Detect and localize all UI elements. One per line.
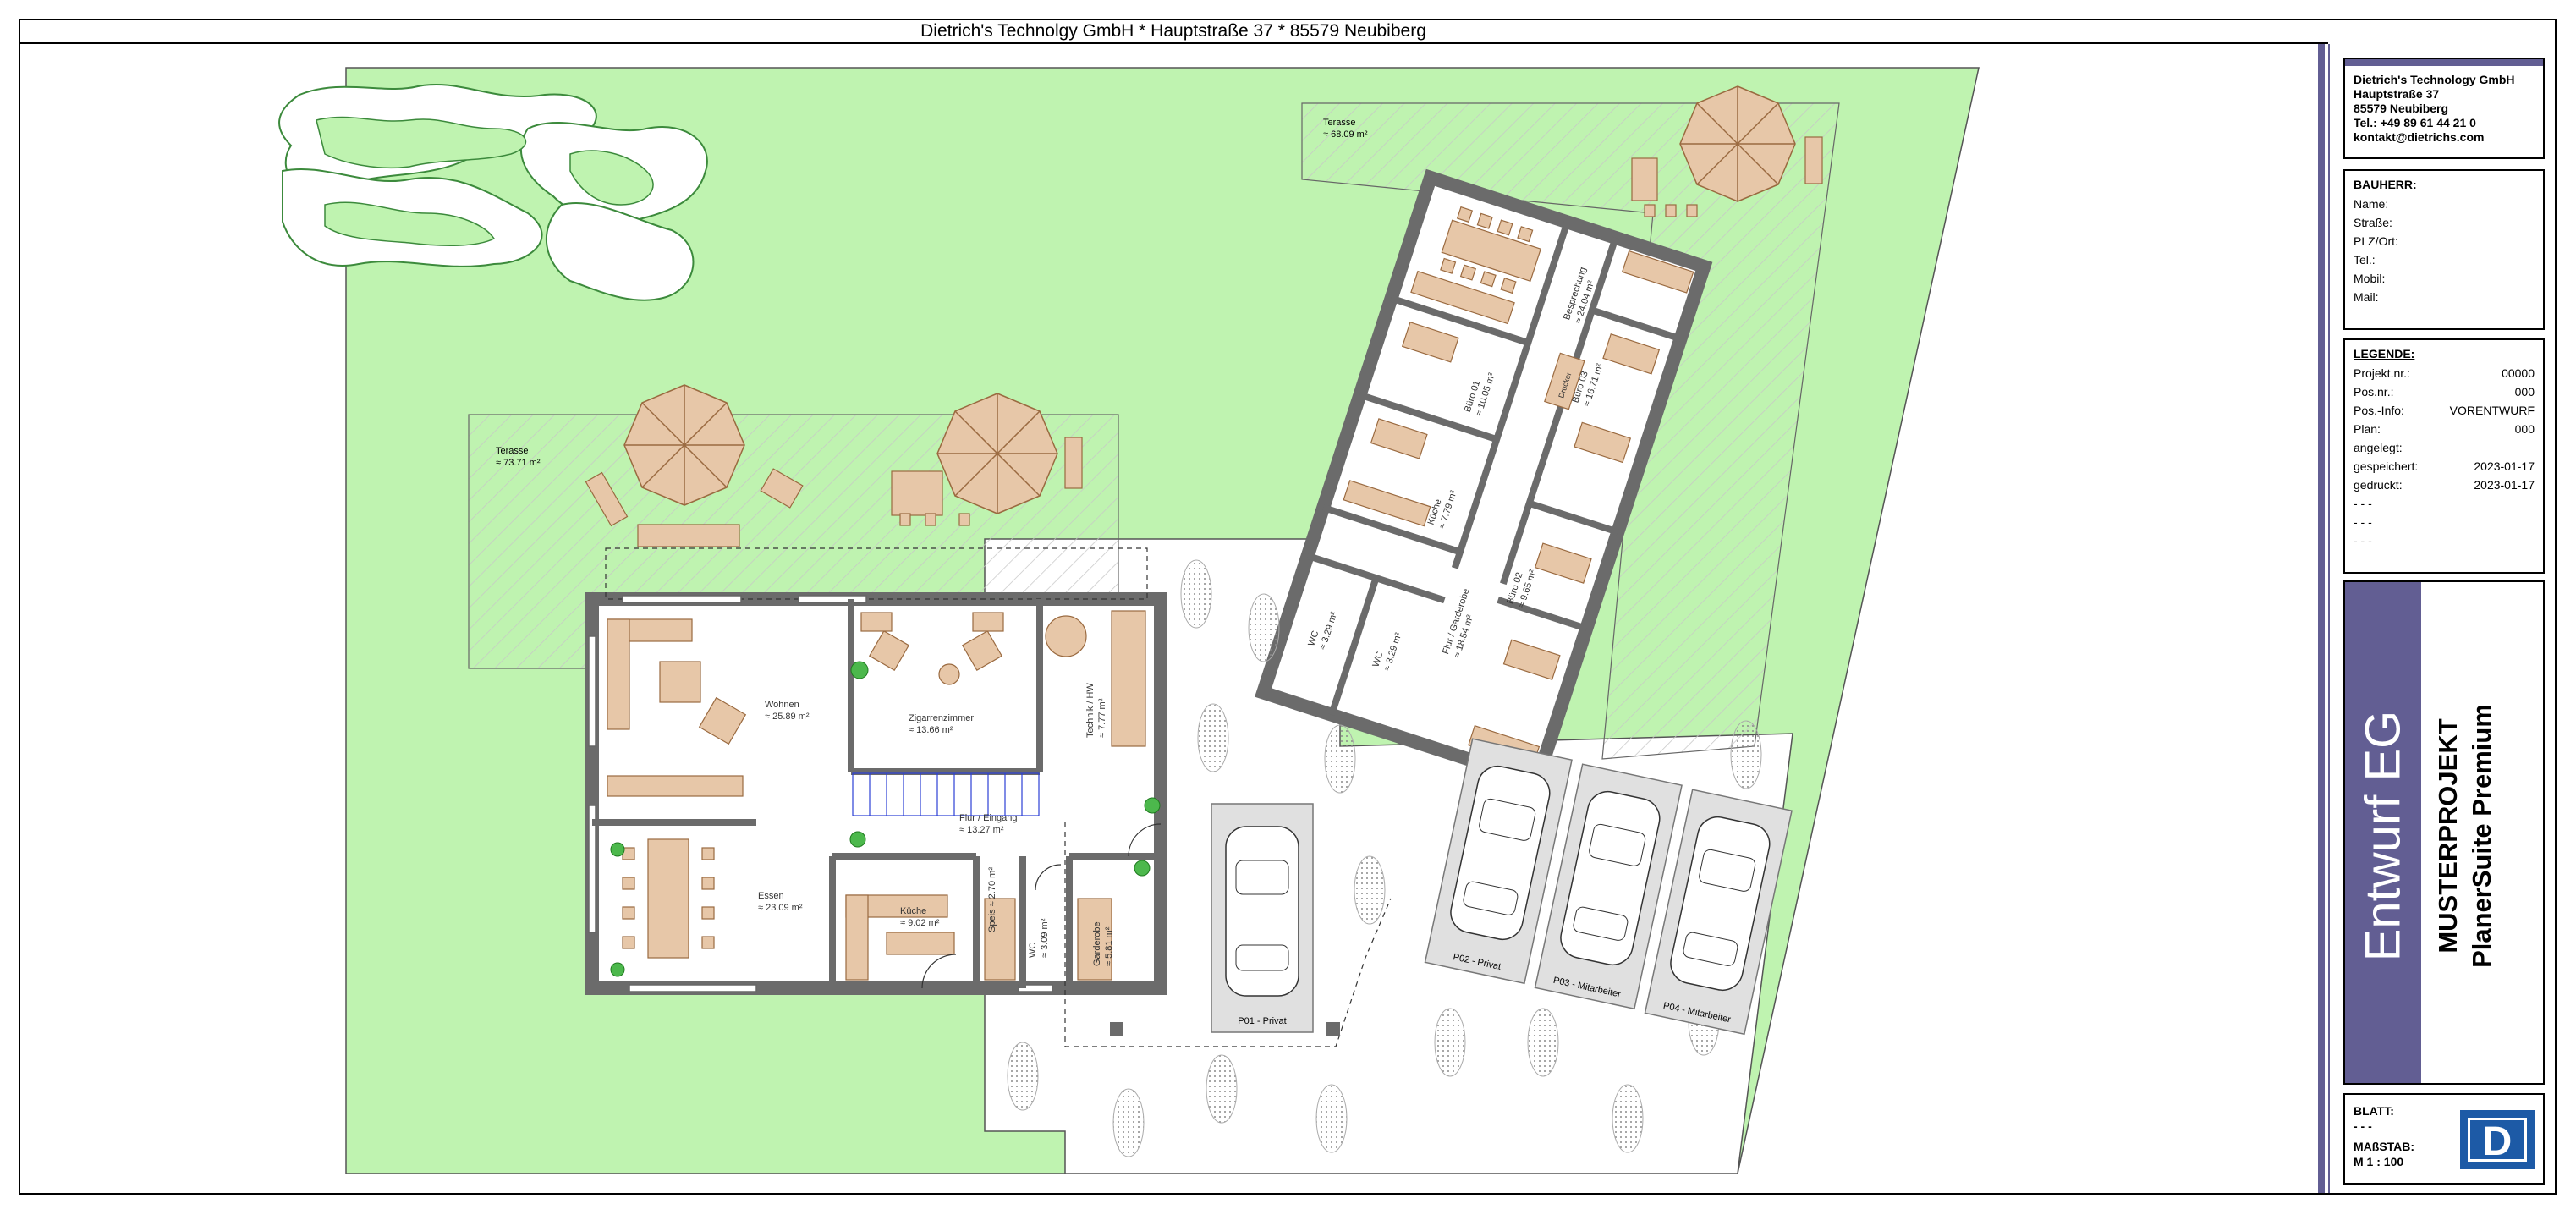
bauherr-box: BAUHERR: Name: Straße: PLZ/Ort: Tel.: Mo… [2343,169,2545,330]
page-title: Dietrich's Technolgy GmbH * Hauptstraße … [19,19,2328,44]
terrace-office-label: Terasse [1323,118,1356,128]
room-wohnen: Wohnen [765,700,799,710]
terrace-main-label: Terasse [496,446,529,456]
logo-letter: D [2482,1119,2513,1164]
legende-row: Plan: 000 [2354,422,2535,436]
parasol-1 [623,384,745,506]
company-street: Hauptstraße 37 [2354,87,2440,101]
parasol-2 [936,393,1058,514]
company-band [2345,59,2543,66]
parking-p01: P01 - Privat [1211,803,1314,1033]
company-tel: Tel.: +49 89 61 44 21 0 [2354,116,2476,129]
room-technik: Technik / HW [1085,683,1096,738]
svg-text:≈ 13.66 m²: ≈ 13.66 m² [909,725,953,735]
bauherr-row: Mail: [2354,290,2379,304]
legende-row: Pos.nr.: 000 [2354,385,2535,399]
svg-text:≈ 5.81 m²: ≈ 5.81 m² [1104,926,1114,966]
svg-text:≈ 9.02 m²: ≈ 9.02 m² [900,918,940,928]
legende-heading: LEGENDE: [2354,347,2415,360]
room-essen: Essen [758,891,784,901]
svg-text:≈ 23.09 m²: ≈ 23.09 m² [758,903,803,913]
bauherr-row: PLZ/Ort: [2354,234,2398,248]
company-box: Dietrich's Technology GmbH Hauptstraße 3… [2343,58,2545,159]
legende-row: gedruckt: 2023-01-17 [2354,478,2535,492]
legende-row: Projekt.nr.: 00000 [2354,366,2535,380]
legende-row: - - - [2354,534,2372,547]
bollard-2 [1326,1022,1340,1036]
room-zigarrenzimmer: Zigarrenzimmer [909,713,974,723]
bauherr-heading: BAUHERR: [2354,178,2417,191]
svg-text:≈ 13.27 m²: ≈ 13.27 m² [959,825,1004,835]
legende-row: angelegt: [2354,441,2403,454]
terrace-main-area: ≈ 73.71 m² [496,458,541,468]
company-name: Dietrich's Technology GmbH [2354,73,2515,86]
bauherr-row: Straße: [2354,216,2392,229]
blatt-box: BLATT: - - - MAßSTAB: M 1 : 100 D [2343,1093,2545,1185]
project-subtitle: PlanerSuite Premium [2467,704,2496,968]
company-email[interactable]: kontakt@dietrichs.com [2354,130,2535,145]
company-logo-icon: D [2460,1110,2535,1169]
room-wc: WC [1028,943,1038,958]
svg-text:≈ 7.77 m²: ≈ 7.77 m² [1097,698,1107,738]
floor-plan-canvas: Terasse ≈ 73.71 m² Wohnen ≈ 25.89 m² Zig… [278,67,1980,1174]
bauherr-row: Mobil: [2354,272,2386,285]
terrace-office-area: ≈ 68.09 m² [1323,129,1368,140]
legende-row: - - - [2354,515,2372,529]
company-city: 85579 Neubiberg [2354,102,2449,115]
room-kueche: Küche [900,906,926,916]
room-garderobe: Garderobe [1092,921,1102,966]
bauherr-row: Name: [2354,197,2389,211]
project-name: MUSTERPROJEKT [2433,718,2463,954]
title-box: Entwurf EG MUSTERPROJEKT PlanerSuite Pre… [2343,580,2545,1085]
room-speis: Speis ≈ 2.70 m² [987,867,997,932]
legende-row: Pos.-Info: VORENTWURF [2354,404,2535,417]
parasol-3 [1679,85,1796,202]
legende-row: gespeichert: 2023-01-17 [2354,459,2535,473]
floor-plan: Terasse ≈ 73.71 m² Wohnen ≈ 25.89 m² Zig… [20,44,2304,1193]
svg-text:≈ 3.09 m²: ≈ 3.09 m² [1040,918,1050,958]
legende-box: LEGENDE: Projekt.nr.: 00000 Pos.nr.: 000 P… [2343,338,2545,574]
bollard-1 [1110,1022,1123,1036]
bauherr-row: Tel.: [2354,253,2376,267]
plan-title: Entwurf EG [2355,710,2411,962]
legende-row: - - - [2354,497,2372,510]
titleblock-strip [2318,44,2325,1193]
parking-label-p01: P01 - Privat [1238,1016,1286,1026]
room-flur: Flur / Eingang [959,813,1017,823]
titleblock-strip-thin [2328,44,2330,1193]
svg-text:≈ 25.89 m²: ≈ 25.89 m² [765,712,810,722]
